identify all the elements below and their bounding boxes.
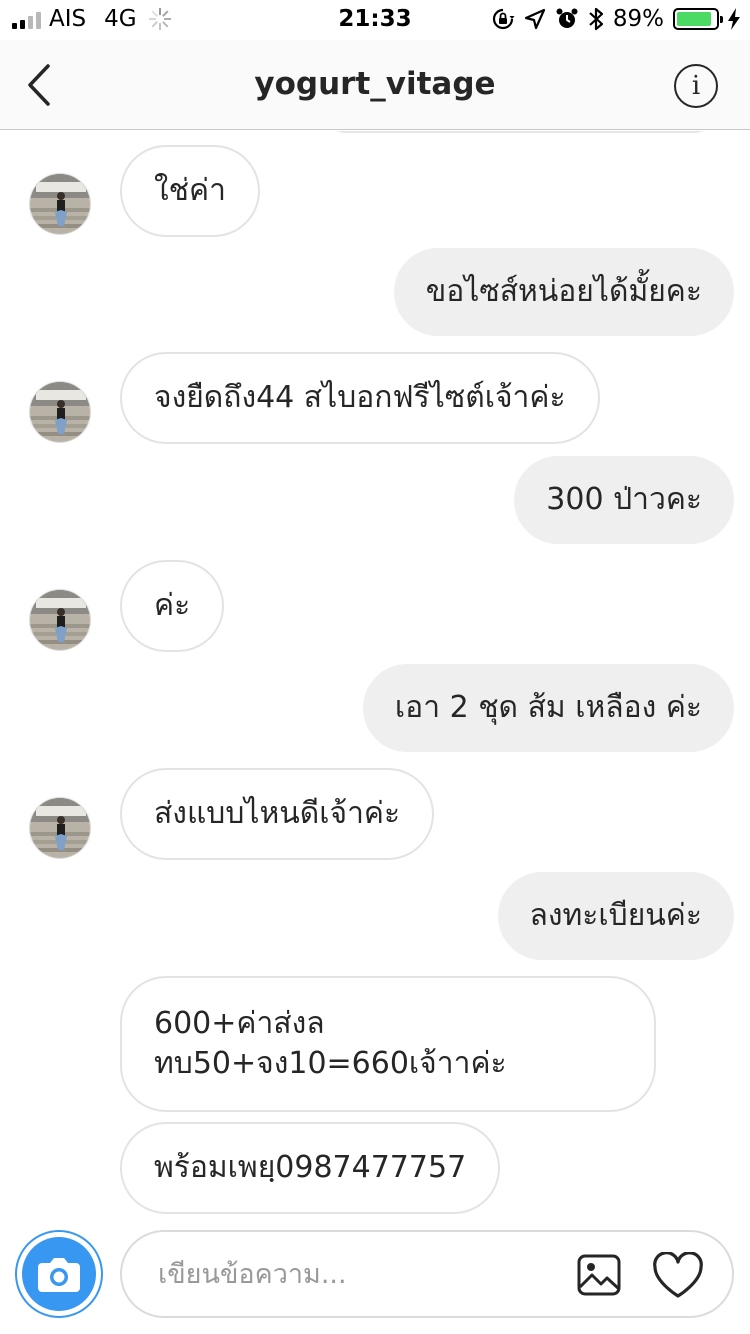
message-composer xyxy=(0,1222,750,1334)
status-bar: AIS 4G 21:33 89% xyxy=(0,0,750,40)
message-input-wrapper xyxy=(120,1230,734,1318)
message-text: ค่ะ xyxy=(120,560,225,652)
message-text: ขอไซส์หน่อยได้มั้ยคะ xyxy=(393,248,734,336)
info-button[interactable]: i xyxy=(674,64,718,108)
sender-avatar[interactable] xyxy=(29,797,91,859)
sender-avatar[interactable] xyxy=(29,381,91,443)
like-button[interactable] xyxy=(652,1251,704,1300)
message-text: พร้อมเพยฺ0987477757 xyxy=(120,1122,501,1214)
previous-message-bubble xyxy=(325,131,715,133)
incoming-message[interactable]: ส่งแบบไหนดีเจ้าค่ะ xyxy=(120,768,435,860)
message-text: ลงทะเบียนค่ะ xyxy=(497,872,734,960)
outgoing-message[interactable]: เอา 2 ชุด ส้ม เหลือง ค่ะ xyxy=(362,664,734,752)
message-text: 300 ป่าวคะ xyxy=(514,456,734,544)
battery-level-fill xyxy=(677,12,711,26)
incoming-message[interactable]: จงยืดถึง44 สไบอกฟรีไซต์เจ้าค่ะ xyxy=(120,352,600,444)
incoming-message[interactable]: ค่ะ xyxy=(120,560,225,652)
direct-message-screen: AIS 4G 21:33 89% yogurt_vitage i ใช่ค่า … xyxy=(0,0,750,1334)
gallery-button[interactable] xyxy=(576,1252,622,1298)
message-thread[interactable]: ใช่ค่าขอไซส์หน่อยได้มั้ยคะจงยืดถึง44 สไบ… xyxy=(0,131,750,1221)
camera-button[interactable] xyxy=(15,1230,103,1318)
bluetooth-icon xyxy=(589,7,603,31)
incoming-message[interactable]: 600+ค่าส่งลทบ50+จง10=660เจ้าาค่ะ xyxy=(120,976,656,1112)
incoming-message[interactable]: พร้อมเพยฺ0987477757 xyxy=(120,1122,501,1214)
message-text: ใช่ค่า xyxy=(120,145,260,237)
location-icon xyxy=(524,8,545,30)
battery-percent: 89% xyxy=(612,6,664,32)
outgoing-message[interactable]: ขอไซส์หน่อยได้มั้ยคะ xyxy=(393,248,734,336)
message-text: 600+ค่าส่งลทบ50+จง10=660เจ้าาค่ะ xyxy=(120,976,656,1112)
camera-icon xyxy=(38,1258,80,1292)
outgoing-message[interactable]: ลงทะเบียนค่ะ xyxy=(497,872,734,960)
heart-icon xyxy=(653,1251,703,1298)
outgoing-message[interactable]: 300 ป่าวคะ xyxy=(514,456,734,544)
conversation-title[interactable]: yogurt_vitage xyxy=(0,66,750,102)
sender-avatar[interactable] xyxy=(29,173,91,235)
incoming-message[interactable]: ใช่ค่า xyxy=(120,145,260,237)
info-icon: i xyxy=(691,71,701,101)
message-text: ส่งแบบไหนดีเจ้าค่ะ xyxy=(120,768,435,860)
rotation-lock-icon xyxy=(492,8,515,30)
chat-header: yogurt_vitage i xyxy=(0,40,750,130)
message-text: จงยืดถึง44 สไบอกฟรีไซต์เจ้าค่ะ xyxy=(120,352,600,444)
charging-icon xyxy=(728,8,740,30)
message-input[interactable] xyxy=(158,1254,558,1294)
sender-avatar[interactable] xyxy=(29,589,91,651)
battery-icon xyxy=(673,8,723,30)
image-icon xyxy=(577,1254,621,1296)
alarm-icon xyxy=(556,8,578,28)
message-text: เอา 2 ชุด ส้ม เหลือง ค่ะ xyxy=(362,664,734,752)
